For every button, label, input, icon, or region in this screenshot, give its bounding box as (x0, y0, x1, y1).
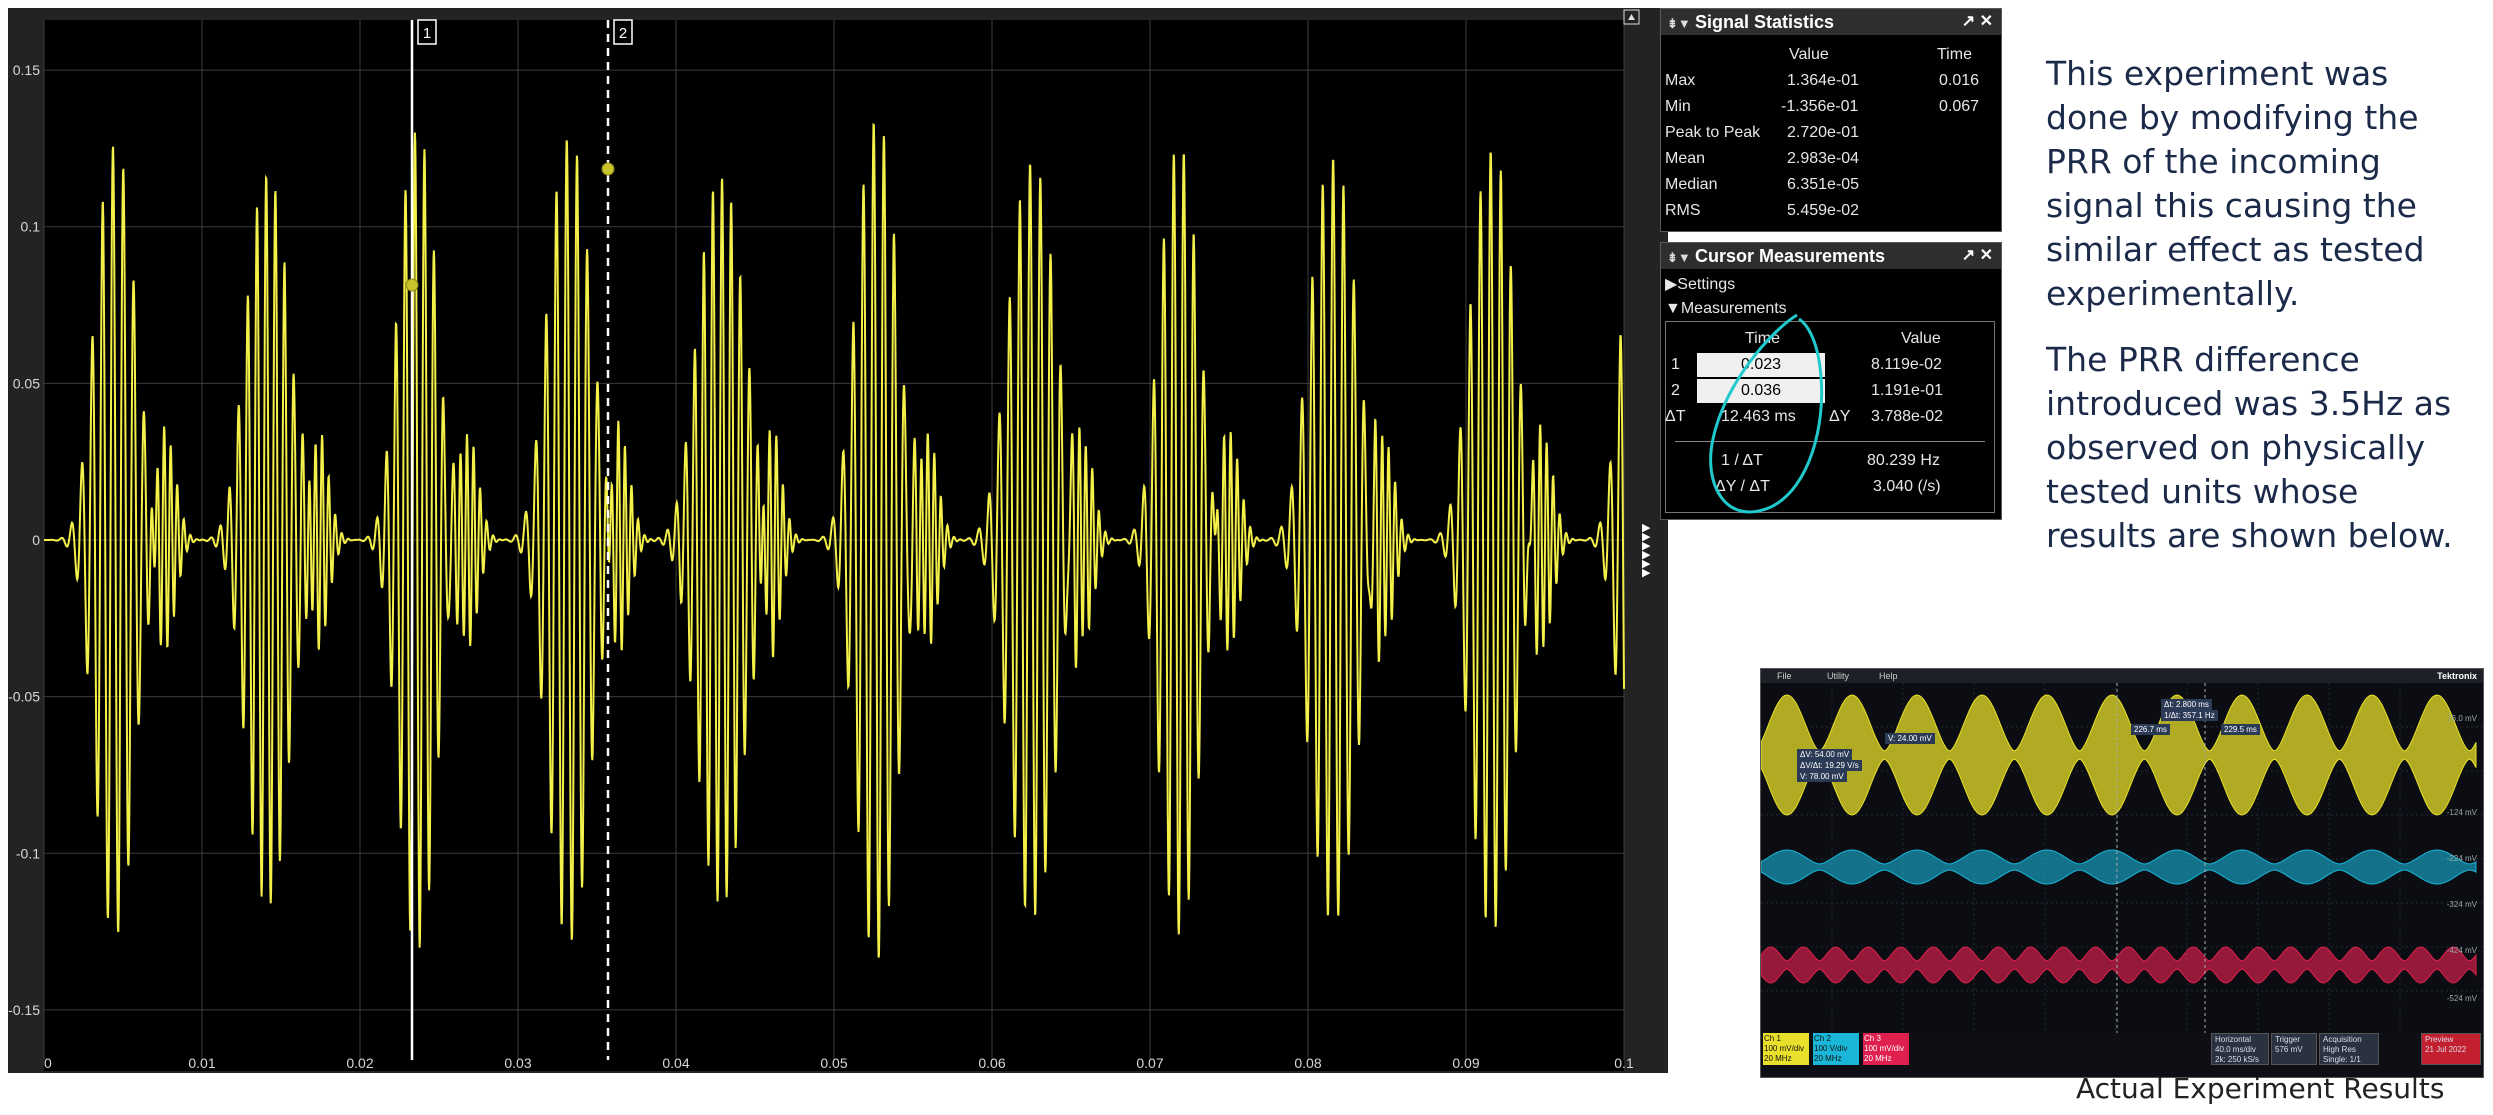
tek-waveform-display: 76.0 mV -124 mV -224 mV -324 mV -424 mV -524 … (1761, 683, 2483, 1033)
menu-help[interactable]: Help (1879, 669, 1898, 683)
stat-label: RMS (1665, 202, 1701, 219)
cursor-2-label: 2 (619, 25, 627, 42)
stat-time: 0.067 (1939, 98, 1980, 115)
x-tick-label: 0.08 (1294, 1055, 1321, 1071)
hand-drawn-circle-annotation (1709, 313, 1824, 514)
tek-ch2-badge[interactable]: Ch 2 100 V/div 20 MHz (1813, 1033, 1859, 1065)
signal-plot[interactable]: 0 0.01 0.02 0.03 0.04 0.05 0.06 0.07 0.08 0.09 0.1… (8, 8, 1668, 1073)
stat-label: Max (1665, 72, 1696, 89)
tek-scale-label: -524 mV (2447, 994, 2478, 1003)
tek-menubar: File Utility Help Tektronix (1761, 669, 2483, 683)
tektronix-logo: Tektronix (2437, 671, 2477, 681)
tek-ch3-badge[interactable]: Ch 3 100 mV/div 20 MHz (1863, 1033, 1909, 1065)
stat-time: 0.016 (1939, 72, 1980, 89)
tek-readout: V: 78.00 mV (1797, 771, 1847, 782)
tek-readout: 226.7 ms (2131, 724, 2170, 735)
y-tick-label: 0.05 (13, 375, 40, 391)
x-tick-label: 0.09 (1452, 1055, 1479, 1071)
tek-readout: ΔV: 54.00 mV (1797, 749, 1853, 760)
note-paragraph-1: This experiment was done by modifying th… (2046, 54, 2425, 313)
tek-trigger-badge[interactable]: Trigger 576 mV (2271, 1033, 2317, 1065)
tek-scale-label: -424 mV (2447, 946, 2478, 955)
x-tick-label: 0.04 (662, 1055, 689, 1071)
menu-utility[interactable]: Utility (1827, 669, 1849, 683)
tek-readout: V: 24.00 mV (1885, 733, 1935, 744)
undock-icon[interactable]: ↗ (1962, 13, 1975, 30)
tek-preview-badge[interactable]: Preview 21 Jul 2022 (2421, 1033, 2481, 1065)
tektronix-scope-screenshot: File Utility Help Tektronix 76.0 mV -124 … (1760, 668, 2484, 1078)
stat-label: Min (1665, 98, 1691, 115)
cursor-2-marker (601, 162, 615, 176)
cursor-1-marker (405, 278, 419, 292)
stat-value: 2.720e-01 (1787, 124, 1860, 141)
stat-value: 5.459e-02 (1787, 202, 1860, 219)
x-tick-label: 0.1 (1614, 1055, 1634, 1071)
explanation-notes: This experiment was done by modifying th… (2046, 52, 2466, 580)
stat-label: Peak to Peak (1665, 124, 1761, 141)
tek-acquisition-badge[interactable]: Acquisition High Res Single: 1/1 (2319, 1033, 2379, 1065)
signal-statistics-header[interactable]: ⇟▼ Signal Statistics ↗ ✕ (1661, 9, 2001, 35)
y-tick-label: -0.15 (8, 1002, 40, 1018)
signal-statistics-panel: ⇟▼ Signal Statistics ↗ ✕ Value Time Max 1.… (1660, 8, 2002, 232)
stat-label: Median (1665, 176, 1718, 193)
y-tick-label: -0.1 (16, 845, 40, 861)
stat-value: -1.356e-01 (1781, 98, 1859, 115)
tek-readout: Δt: 2.800 ms (2161, 699, 2212, 710)
x-tick-label: 0.02 (346, 1055, 373, 1071)
tek-scale-label: -224 mV (2447, 854, 2478, 863)
pin-icon[interactable]: ⇟▼ (1667, 11, 1695, 37)
stat-value: 2.983e-04 (1787, 150, 1860, 167)
x-tick-label: 0.07 (1136, 1055, 1163, 1071)
tek-readout: 1/Δt: 357.1 Hz (2161, 710, 2218, 721)
tek-scale-label: -124 mV (2447, 808, 2478, 817)
tek-scale-label: -324 mV (2447, 900, 2478, 909)
y-tick-label: 0.1 (21, 219, 41, 235)
panel-title: Signal Statistics (1695, 12, 1835, 32)
close-icon[interactable]: ✕ (1980, 13, 1993, 30)
caption: Actual Experiment Results (2076, 1072, 2445, 1105)
tek-readout: 229.5 ms (2221, 724, 2260, 735)
stat-value: 1.364e-01 (1787, 72, 1860, 89)
cursor-1-label: 1 (423, 25, 431, 42)
tek-horizontal-badge[interactable]: Horizontal 40.0 ms/div 2k: 250 kS/s (2211, 1033, 2269, 1065)
x-tick-label: 0.03 (504, 1055, 531, 1071)
x-tick-label: 0 (44, 1055, 52, 1071)
y-tick-label: -0.05 (8, 689, 40, 705)
tek-ch1-badge[interactable]: Ch 1 100 mV/div 20 MHz (1763, 1033, 1809, 1065)
column-header-value: Value (1789, 46, 1829, 63)
y-tick-label: 0.15 (13, 62, 40, 78)
x-tick-label: 0.05 (820, 1055, 847, 1071)
note-paragraph-2: The PRR difference introduced was 3.5Hz … (2046, 340, 2453, 555)
tek-scale-label: 76.0 mV (2447, 714, 2477, 723)
y-tick-label: 0 (32, 532, 40, 548)
x-tick-label: 0.06 (978, 1055, 1005, 1071)
column-header-time: Time (1937, 46, 1972, 63)
menu-file[interactable]: File (1777, 669, 1792, 683)
collapse-arrows-icon[interactable]: ▶ ▶ ▶ ▶ ▶ ▶ (1642, 523, 1650, 579)
x-tick-label: 0.01 (188, 1055, 215, 1071)
cursor-measurements-panel: ⇟▼ Cursor Measurements ↗ ✕ ▶Settings ▼Mea… (1660, 242, 2002, 520)
stat-label: Mean (1665, 150, 1706, 167)
tek-readout: ΔV/Δt: 19.29 V/s (1797, 760, 1862, 771)
stat-value: 6.351e-05 (1787, 176, 1860, 193)
time-scope-window: 0 0.01 0.02 0.03 0.04 0.05 0.06 0.07 0.08 0.09 0.1… (8, 8, 2002, 1073)
